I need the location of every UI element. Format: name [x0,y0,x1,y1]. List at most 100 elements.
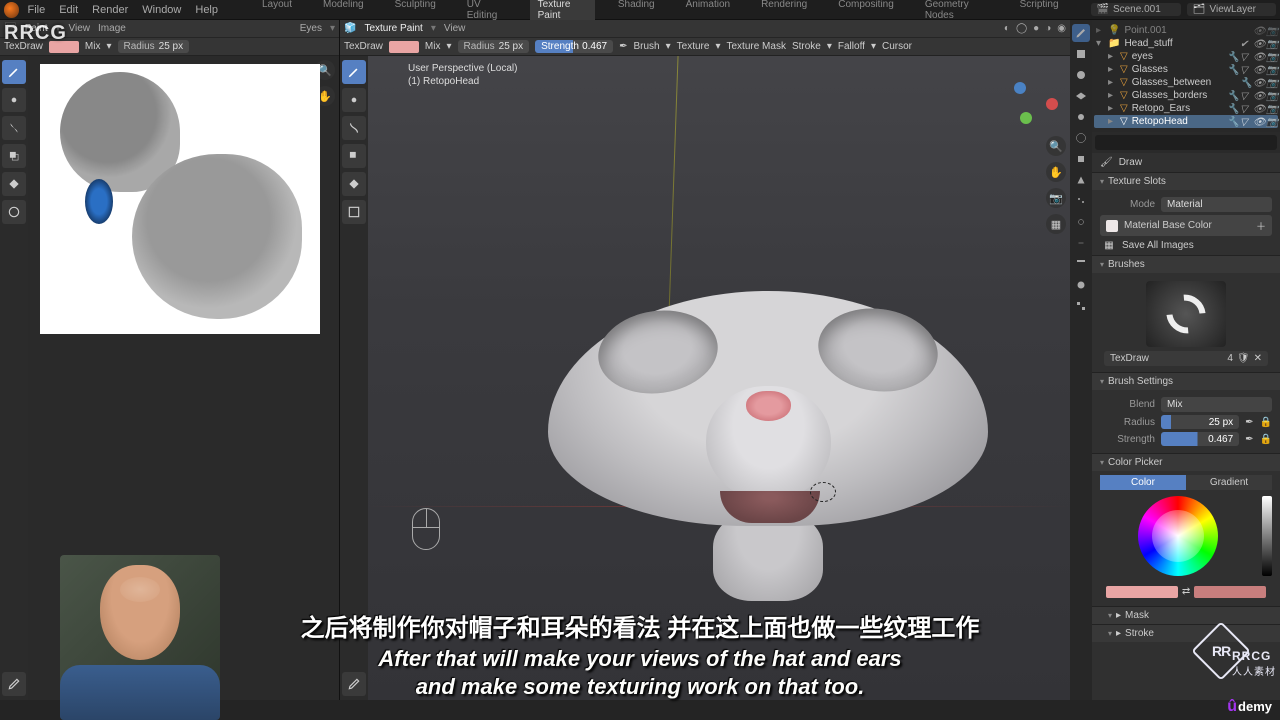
secondary-color-swatch[interactable] [1194,586,1266,598]
prop-tab-data-icon[interactable] [1072,255,1090,273]
section-color-picker[interactable]: Color Picker [1092,454,1280,471]
section-brushes[interactable]: Brushes [1092,256,1280,273]
pressure-toggle-icon[interactable]: ✒ [619,41,627,52]
fake-user-icon[interactable]: 🛡 [1237,353,1250,364]
tool-mask-icon[interactable] [2,200,26,224]
section-texture-slots[interactable]: Texture Slots [1092,173,1280,190]
radius-field-3d[interactable]: Radius25 px [458,40,530,53]
vp-pan-icon[interactable]: ✋ [1046,162,1066,182]
brush-preview[interactable] [1146,281,1226,347]
strength-pressure-icon[interactable]: ✒ [1245,434,1253,445]
blend-mode-3d[interactable]: Mix [425,41,441,52]
save-all-images-button[interactable]: Save All Images [1122,240,1194,251]
shading-wire-icon[interactable]: ◯ [1016,23,1027,34]
strength-lock-icon[interactable]: 🔒 [1260,434,1272,445]
tool3d-clone-icon[interactable] [342,144,366,168]
section-brush-settings[interactable]: Brush Settings [1092,373,1280,390]
brush-name-3d[interactable]: TexDraw [344,41,383,52]
color-wheel[interactable] [1138,496,1218,576]
radius-pressure-icon[interactable]: ✒ [1245,417,1253,428]
image-menu-view[interactable]: View [69,23,91,34]
prop-tab-particle-icon[interactable] [1072,192,1090,210]
primary-color-swatch[interactable] [1106,586,1178,598]
tool3d-smear-icon[interactable] [342,116,366,140]
shading-matprev-icon[interactable]: ◑ [1045,23,1051,34]
menu-help[interactable]: Help [195,4,218,16]
tool3d-mask-icon[interactable] [342,200,366,224]
vp-zoom-icon[interactable]: 🔍 [1046,136,1066,156]
brush-color-3d[interactable] [389,41,419,53]
viewport-3d-canvas[interactable]: User Perspective (Local) (1) RetopoHead [368,56,1070,700]
viewlayer-selector[interactable]: 🗂 ViewLayer [1187,3,1276,16]
outliner-item[interactable]: ▸▽eyes🔧▽👁📷 [1094,50,1278,63]
tool-draw-icon[interactable] [2,60,26,84]
tool3d-draw-icon[interactable] [342,60,366,84]
section-stroke[interactable]: ▸ Stroke [1092,625,1280,642]
prop-tab-world-icon[interactable] [1072,129,1090,147]
brush-name-row[interactable]: TexDraw 4 🛡 ✕ [1104,351,1268,366]
outliner-item[interactable]: ▾📁Head_stuff✔👁📷 [1094,37,1278,50]
tool-clone-icon[interactable] [2,144,26,168]
tool-soften-icon[interactable] [2,88,26,112]
menu-render[interactable]: Render [92,4,128,16]
prop-tab-material-icon[interactable] [1072,276,1090,294]
section-mask[interactable]: ▸ Mask [1092,607,1280,624]
navigation-gizmo[interactable] [1008,76,1058,126]
shading-solid-icon[interactable]: ● [1033,23,1039,34]
viewport-menu-view[interactable]: View [444,23,466,34]
radius-lock-icon[interactable]: 🔒 [1260,417,1272,428]
outliner-item[interactable]: ▸▽Glasses🔧▽👁📷 [1094,63,1278,76]
blend-mode-2d[interactable]: Mix [85,41,101,52]
toolmenu-brush[interactable]: Brush [634,41,660,52]
swap-colors-icon[interactable]: ⇄ [1182,586,1190,598]
brush-unlink-icon[interactable]: ✕ [1254,353,1262,364]
menu-file[interactable]: File [27,4,45,16]
toolmenu-texmask[interactable]: Texture Mask [726,41,785,52]
prop-tab-view-icon[interactable] [1072,87,1090,105]
mode-selector[interactable]: Texture Paint [364,23,422,34]
editor-type-3d-icon[interactable]: 🧊 [344,23,356,34]
scene-selector[interactable]: 🎬 Scene.001 [1091,3,1181,16]
texslot-mode[interactable]: Material [1161,197,1272,212]
overlays-toggle-icon[interactable]: ◐ [1004,23,1010,34]
image-linked-object[interactable]: Eyes [300,23,322,34]
prop-tab-render-icon[interactable] [1072,45,1090,63]
outliner-item[interactable]: ▸💡Point.001👁📷 [1094,24,1278,37]
tool-fill-icon[interactable] [2,172,26,196]
search-input[interactable] [1095,135,1277,150]
toolmenu-stroke[interactable]: Stroke [792,41,821,52]
shading-rendered-icon[interactable]: ◉ [1057,23,1066,34]
prop-tab-output-icon[interactable] [1072,66,1090,84]
toolmenu-cursor[interactable]: Cursor [882,41,912,52]
tool3d-fill-icon[interactable] [342,172,366,196]
outliner-item-selected[interactable]: ▸▽RetopoHead🔧▽👁📷 [1094,115,1278,128]
toolmenu-falloff[interactable]: Falloff [838,41,865,52]
prop-tab-tool-icon[interactable] [1072,24,1090,42]
tool3d-annotate-icon[interactable] [342,672,366,696]
tool3d-soften-icon[interactable] [342,88,366,112]
prop-tab-object-icon[interactable] [1072,150,1090,168]
tool-smear-icon[interactable] [2,116,26,140]
value-slider[interactable] [1262,496,1272,576]
strength-slider[interactable]: 0.467 [1161,432,1239,446]
menu-window[interactable]: Window [142,4,181,16]
texture-slot-item[interactable]: Material Base Color＋ [1100,215,1272,236]
toolmenu-texture[interactable]: Texture [677,41,710,52]
vp-camera-icon[interactable]: 📷 [1046,188,1066,208]
color-tab-gradient[interactable]: Gradient [1186,475,1272,490]
outliner-item[interactable]: ▸▽Glasses_borders🔧▽👁📷 [1094,89,1278,102]
prop-tab-constraint-icon[interactable] [1072,234,1090,252]
uv-select-icon[interactable]: ▦ [1100,240,1118,251]
menu-edit[interactable]: Edit [59,4,78,16]
vp-persp-icon[interactable]: ▦ [1046,214,1066,234]
prop-tab-modifier-icon[interactable] [1072,171,1090,189]
outliner-item[interactable]: ▸▽Retopo_Ears🔧▽👁📷 [1094,102,1278,115]
outliner-item[interactable]: ▸▽Glasses_between🔧👁📷 [1094,76,1278,89]
prop-tab-scene-icon[interactable] [1072,108,1090,126]
prop-tab-texture-icon[interactable] [1072,297,1090,315]
blend-dropdown[interactable]: Mix [1161,397,1272,412]
radius-field-2d[interactable]: Radius25 px [118,40,190,53]
radius-slider[interactable]: 25 px [1161,415,1239,429]
strength-slider-3d[interactable]: Strength0.467 [535,40,613,53]
image-menu-image[interactable]: Image [98,23,126,34]
